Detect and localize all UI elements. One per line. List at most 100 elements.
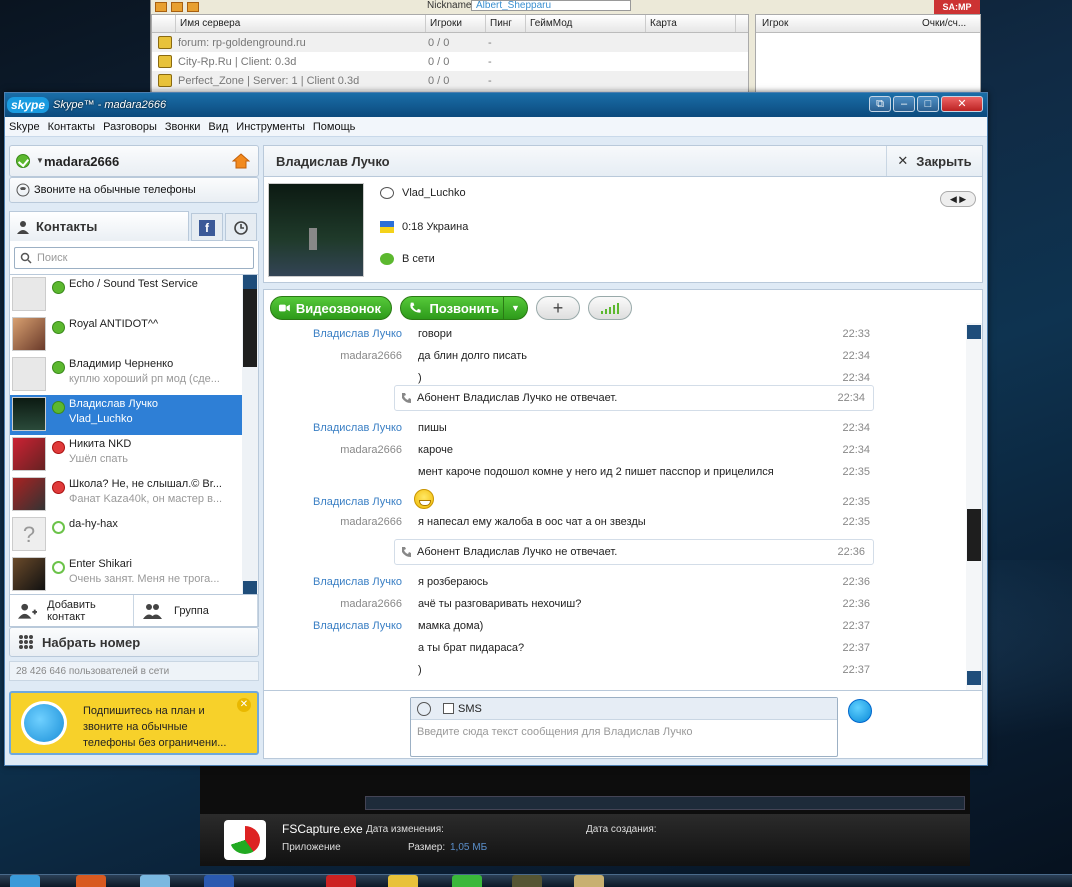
- sms-label: SMS: [458, 702, 482, 715]
- message-scrollbar[interactable]: [966, 323, 982, 690]
- dialpad-icon: [19, 635, 33, 649]
- samp-toolbar-button[interactable]: [187, 2, 199, 12]
- ukraine-flag-icon: [380, 221, 394, 233]
- avatar: [12, 357, 46, 391]
- profile-nav-arrows[interactable]: ◀ ▶: [940, 191, 976, 207]
- tab-recent[interactable]: [225, 213, 257, 241]
- offline-status-icon: [52, 521, 65, 534]
- emoticon-icon[interactable]: [417, 701, 431, 716]
- contact-item[interactable]: Echo / Sound Test Service: [10, 275, 242, 315]
- start-button[interactable]: [10, 875, 40, 887]
- samp-server-row[interactable]: City-Rp.Ru | Client: 0.3d 0 / 0-: [152, 52, 748, 71]
- firefox-icon[interactable]: [76, 875, 106, 887]
- avatar: [12, 277, 46, 311]
- contact-list-scrollbar[interactable]: [242, 275, 258, 594]
- scroll-thumb[interactable]: [967, 509, 981, 561]
- local-time: 0:18 Украина: [402, 221, 469, 233]
- scroll-up-arrow[interactable]: [243, 275, 257, 289]
- dial-number-button[interactable]: Набрать номер: [9, 627, 259, 657]
- create-group-button[interactable]: Группа: [134, 595, 258, 626]
- add-people-button[interactable]: +: [536, 296, 580, 320]
- compact-view-button[interactable]: ⧉: [869, 96, 891, 112]
- contacts-tabs: Контакты f: [9, 211, 259, 241]
- col-player[interactable]: Игрок: [756, 15, 916, 32]
- offline-status-icon: [52, 561, 65, 574]
- tab-contacts[interactable]: Контакты: [9, 211, 189, 241]
- contact-item[interactable]: Royal ANTIDOT^^: [10, 315, 242, 355]
- skype-window: skype Skype™ - madara2666 ⧉ – □ ✕ Skype …: [4, 92, 988, 766]
- samp-toolbar-button[interactable]: [171, 2, 183, 12]
- taskbar-app-icon[interactable]: [388, 875, 418, 887]
- explorer-hscrollbar[interactable]: [365, 796, 965, 810]
- call-phones-link[interactable]: Звоните на обычные телефоны: [9, 177, 259, 203]
- chat-message: ) 22:37: [418, 664, 870, 676]
- menu-help[interactable]: Помощь: [313, 121, 356, 133]
- taskbar-app-icon[interactable]: [452, 875, 482, 887]
- taskbar-app-icon[interactable]: [204, 875, 234, 887]
- samp-nick-input[interactable]: Albert_Shepparu: [471, 0, 631, 11]
- minimize-button[interactable]: –: [893, 96, 915, 112]
- col-score[interactable]: Очки/сч...: [916, 15, 972, 32]
- explorer-details-pane: FSCapture.exe Приложение Дата изменения:…: [200, 814, 970, 866]
- scroll-up-arrow[interactable]: [967, 325, 981, 339]
- col-ping[interactable]: Пинг: [486, 15, 526, 32]
- menu-skype[interactable]: Skype: [9, 121, 40, 133]
- size-label: Размер:: [408, 842, 446, 853]
- lock-icon: [158, 74, 172, 87]
- scroll-thumb[interactable]: [243, 289, 257, 367]
- taskbar-app-icon[interactable]: [140, 875, 170, 887]
- menu-view[interactable]: Вид: [208, 121, 228, 133]
- globe-icon: [21, 701, 67, 745]
- samp-toolbar-button[interactable]: [155, 2, 167, 12]
- call-quality-button[interactable]: [588, 296, 632, 320]
- search-input[interactable]: Поиск: [14, 247, 254, 269]
- taskbar-app-icon[interactable]: [326, 875, 356, 887]
- chevron-down-icon[interactable]: ▼: [503, 297, 527, 319]
- taskbar-app-icon[interactable]: [574, 875, 604, 887]
- tab-facebook[interactable]: f: [191, 213, 223, 241]
- taskbar-app-icon[interactable]: [512, 875, 542, 887]
- call-button[interactable]: Позвонить ▼: [400, 296, 528, 320]
- samp-server-list: Имя сервера Игроки Пинг ГеймМод Карта fo…: [151, 14, 749, 100]
- phone-icon: [410, 302, 421, 313]
- chevron-down-icon[interactable]: ▼: [36, 156, 44, 165]
- samp-player-list: Игрок Очки/сч...: [755, 14, 981, 100]
- message-input[interactable]: Введите сюда текст сообщения для Владисл…: [411, 720, 837, 744]
- col-server-name[interactable]: Имя сервера: [176, 15, 426, 32]
- menu-conversations[interactable]: Разговоры: [103, 121, 157, 133]
- menu-bar: Skype Контакты Разговоры Звонки Вид Инст…: [5, 117, 987, 137]
- menu-calls[interactable]: Звонки: [165, 121, 201, 133]
- close-conversation-button[interactable]: ✕ Закрыть: [886, 146, 982, 176]
- send-message-button[interactable]: [848, 699, 872, 723]
- close-promo-icon[interactable]: ✕: [237, 698, 251, 712]
- home-icon[interactable]: [232, 153, 250, 169]
- mood-bubble-icon: [380, 187, 394, 199]
- skype-titlebar[interactable]: skype Skype™ - madara2666 ⧉ – □ ✕: [5, 93, 987, 117]
- video-call-button[interactable]: Видеозвонок: [270, 296, 392, 320]
- close-window-button[interactable]: ✕: [941, 96, 983, 112]
- online-status-icon: [52, 321, 65, 334]
- contact-item[interactable]: Enter Shikari Очень занят. Меня не трога.…: [10, 555, 242, 594]
- scroll-down-arrow[interactable]: [967, 671, 981, 685]
- plus-icon: +: [552, 297, 564, 318]
- col-players[interactable]: Игроки: [426, 15, 486, 32]
- contact-item[interactable]: Никита NKD Ушёл спать: [10, 435, 242, 475]
- scroll-down-arrow[interactable]: [243, 581, 257, 594]
- samp-server-row[interactable]: forum: rp-goldenground.ru 0 / 0-: [152, 33, 748, 52]
- profile-bar[interactable]: ▼ madara2666: [9, 145, 259, 177]
- maximize-button[interactable]: □: [917, 96, 939, 112]
- promo-banner[interactable]: Подпишитесь на план и звоните на обычные…: [9, 691, 259, 755]
- contact-item[interactable]: Владимир Черненко куплю хороший рп мод (с…: [10, 355, 242, 395]
- col-map[interactable]: Карта: [646, 15, 736, 32]
- contact-item[interactable]: Школа? Не, не слышал.© Br... Фанат Kaza40…: [10, 475, 242, 515]
- menu-contacts[interactable]: Контакты: [48, 121, 96, 133]
- contact-item-selected[interactable]: Владислав Лучко Vlad_Luchko: [10, 395, 242, 435]
- add-contact-button[interactable]: Добавить контакт: [10, 595, 134, 626]
- online-status-icon[interactable]: [16, 154, 30, 168]
- col-gamemode[interactable]: ГеймМод: [526, 15, 646, 32]
- contact-item[interactable]: ? da-hy-hax: [10, 515, 242, 555]
- samp-server-row[interactable]: Perfect_Zone | Server: 1 | Client 0.3d 0 …: [152, 71, 748, 90]
- unknown-avatar-icon: ?: [12, 517, 46, 551]
- menu-tools[interactable]: Инструменты: [236, 121, 305, 133]
- sms-checkbox[interactable]: [443, 703, 454, 714]
